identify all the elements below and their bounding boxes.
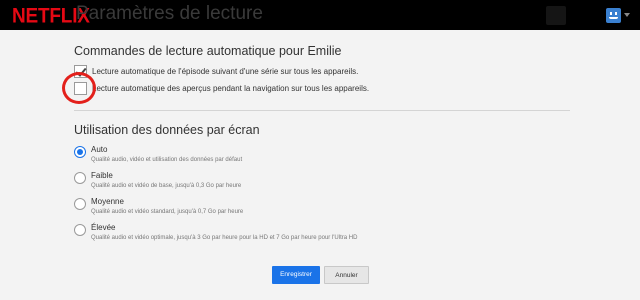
radio-low-label: Faible [91, 171, 113, 180]
radio-medium-description: Qualité audio et vidéo standard, jusqu'à… [91, 209, 244, 215]
cancel-button[interactable]: Annuler [324, 266, 369, 284]
profile-avatar[interactable] [606, 8, 621, 23]
radio-medium-label: Moyenne [91, 197, 124, 206]
radio-low[interactable] [74, 172, 86, 184]
radio-auto[interactable] [74, 146, 86, 158]
radio-auto-label: Auto [91, 145, 108, 154]
avatar-eye-icon [615, 12, 617, 15]
chevron-down-icon[interactable] [624, 13, 630, 17]
page-title: Paramètres de lecture [76, 3, 263, 24]
top-bar: NETFLIX Paramètres de lecture [0, 0, 640, 30]
data-usage-section-title: Utilisation des données par écran [74, 123, 260, 137]
save-button[interactable]: Enregistrer [272, 266, 320, 284]
section-divider [74, 110, 570, 111]
highlight-circle-annotation [62, 72, 96, 104]
radio-high-label: Élevée [91, 223, 116, 232]
autoplay-next-episode-label: Lecture automatique de l'épisode suivant… [92, 67, 359, 76]
avatar-smile-icon [609, 17, 618, 19]
radio-high[interactable] [74, 224, 86, 236]
radio-medium[interactable] [74, 198, 86, 210]
avatar-eye-icon [610, 12, 612, 15]
notification-icon[interactable] [546, 6, 566, 25]
radio-high-description: Qualité audio et vidéo optimale, jusqu'à… [91, 235, 358, 241]
radio-low-description: Qualité audio et vidéo de base, jusqu'à … [91, 183, 242, 189]
autoplay-section-title: Commandes de lecture automatique pour Em… [74, 44, 342, 58]
autoplay-previews-label: Lecture automatique des aperçus pendant … [92, 84, 370, 93]
radio-auto-description: Qualité audio, vidéo et utilisation des … [91, 157, 243, 163]
